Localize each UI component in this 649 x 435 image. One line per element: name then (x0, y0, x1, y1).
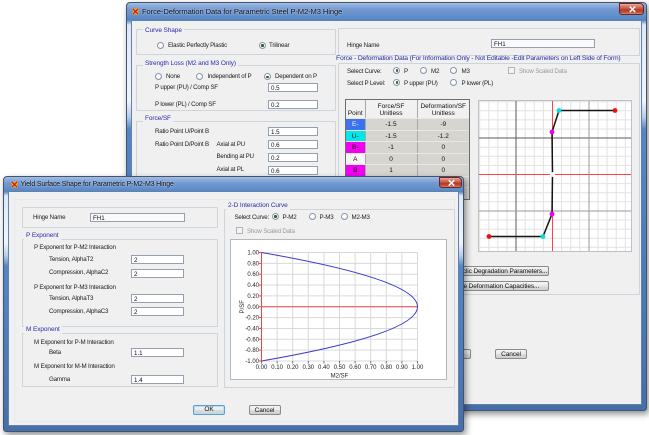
svg-text:0.50: 0.50 (334, 365, 346, 371)
svg-text:0.20: 0.20 (247, 294, 259, 300)
svg-text:0.30: 0.30 (302, 365, 314, 371)
svg-text:0.00: 0.00 (256, 365, 268, 371)
svg-text:0.20: 0.20 (287, 365, 299, 371)
svg-text:0.90: 0.90 (396, 365, 408, 371)
svg-text:1.00: 1.00 (412, 365, 424, 371)
svg-text:1.00: 1.00 (247, 251, 259, 257)
svg-text:0.00: 0.00 (247, 305, 259, 311)
svg-text:0.40: 0.40 (318, 365, 330, 371)
svg-text:0.80: 0.80 (380, 365, 392, 371)
svg-text:P/SF: P/SF (240, 300, 246, 314)
svg-text:-0.80: -0.80 (245, 348, 259, 354)
svg-text:-0.20: -0.20 (245, 316, 259, 322)
svg-text:0.10: 0.10 (271, 365, 283, 371)
svg-text:-0.40: -0.40 (245, 326, 259, 332)
svg-text:M2/SF: M2/SF (331, 374, 349, 380)
svg-text:0.60: 0.60 (247, 272, 259, 278)
svg-text:0.40: 0.40 (247, 283, 259, 289)
svg-text:0.70: 0.70 (365, 365, 377, 371)
svg-text:0.60: 0.60 (349, 365, 361, 371)
svg-text:0.80: 0.80 (247, 261, 259, 267)
svg-text:-0.60: -0.60 (245, 337, 259, 343)
